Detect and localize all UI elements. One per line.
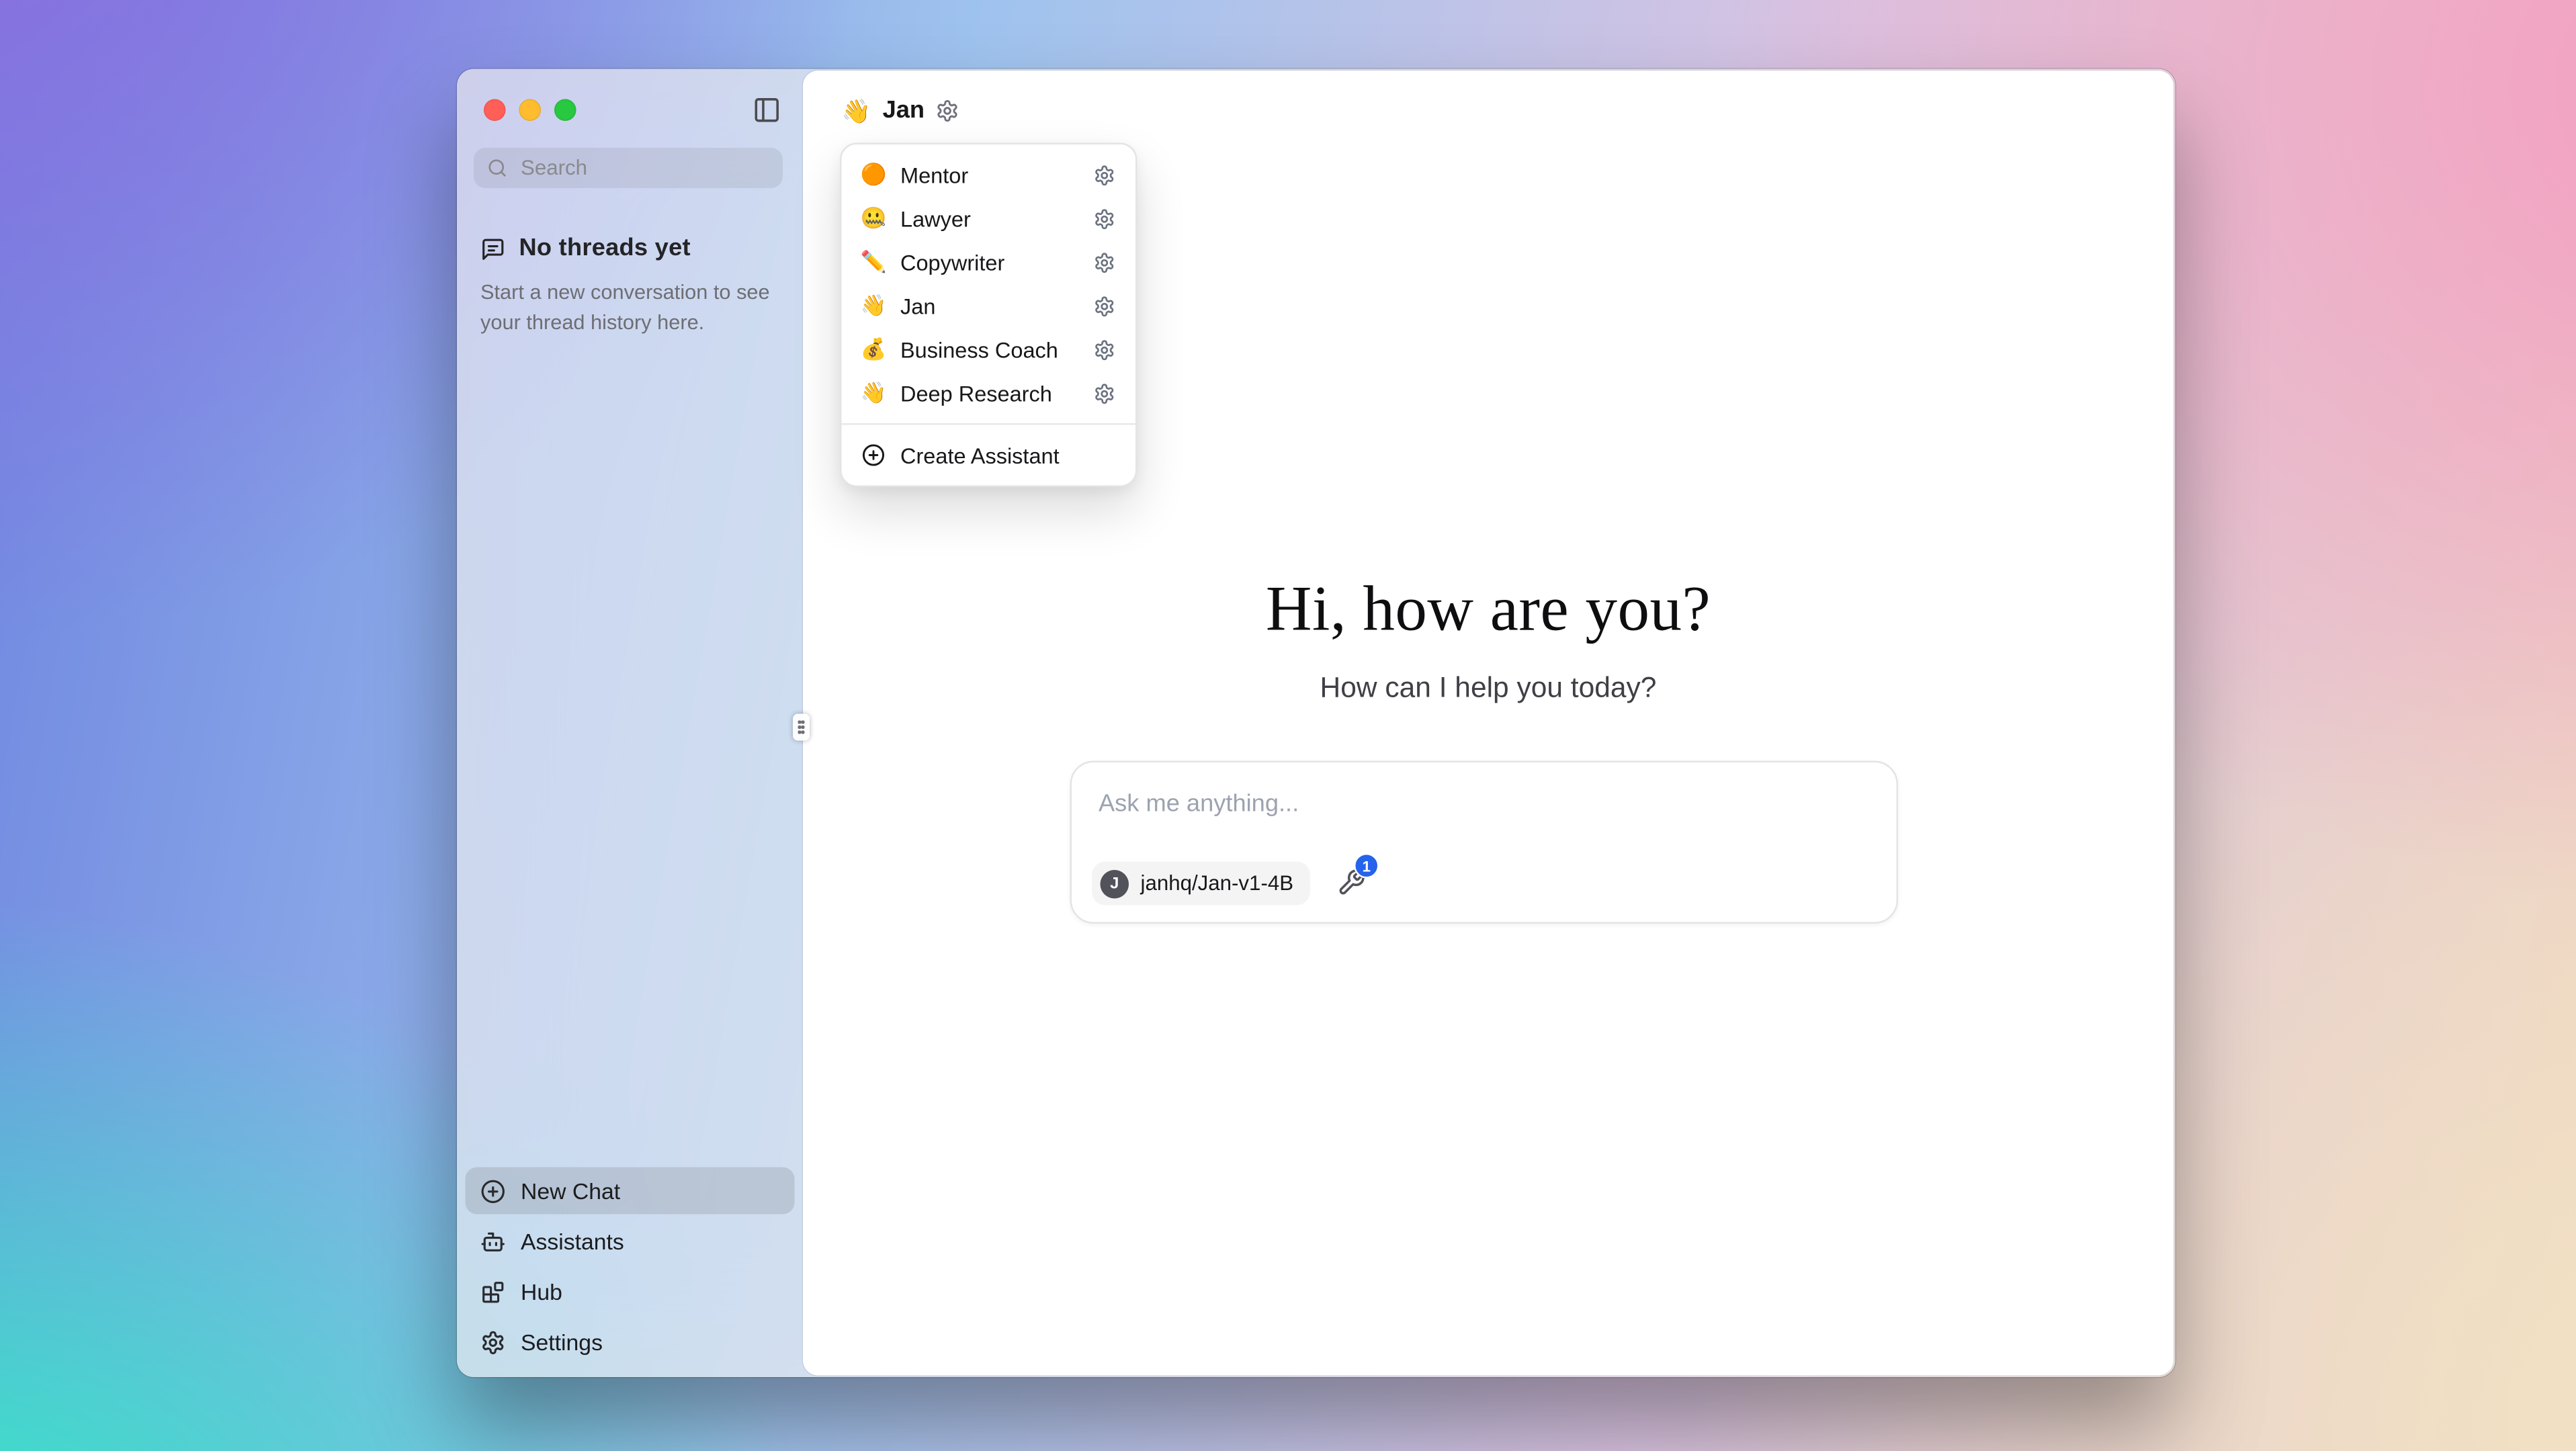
greeting-subtitle: How can I help you today? [803, 671, 2174, 705]
create-assistant-label: Create Assistant [900, 443, 1117, 468]
plus-circle-icon [862, 443, 886, 467]
search-icon [487, 158, 507, 178]
sidebar-item-settings[interactable]: Settings [466, 1319, 795, 1366]
model-avatar: J [1101, 869, 1129, 898]
search-box[interactable] [474, 148, 783, 188]
assistant-menu: 🟠 Mentor 🤐 Lawyer ✏️ Copywriter 👋 Jan [840, 143, 1137, 488]
sidebar-item-label: Assistants [521, 1229, 624, 1254]
assistant-menu-item-copywriter[interactable]: ✏️ Copywriter [850, 240, 1127, 284]
menu-divider [842, 423, 1136, 425]
assistant-settings-button[interactable] [1090, 380, 1117, 406]
sidebar-item-hub[interactable]: Hub [466, 1268, 795, 1315]
assistant-settings-button[interactable] [1090, 161, 1117, 188]
panel-left-icon [752, 96, 781, 125]
gear-icon [1092, 339, 1115, 361]
assistant-menu-label: Mentor [900, 162, 1077, 187]
chat-panel: 👋 Jan 🟠 Mentor 🤐 Lawyer ✏️ Copywrit [803, 71, 2174, 1376]
assistant-menu-item-lawyer[interactable]: 🤐 Lawyer [850, 197, 1127, 240]
search-input[interactable] [517, 155, 769, 181]
chat-bubble-icon [480, 236, 506, 261]
bot-icon [480, 1229, 506, 1254]
assistant-emoji: ✏️ [860, 251, 887, 272]
gear-icon [1092, 208, 1115, 230]
composer-toolbar: J janhq/Jan-v1-4B 1 [1092, 862, 1366, 906]
sidebar-item-label: Settings [521, 1329, 603, 1355]
greeting-title: Hi, how are you? [803, 573, 2174, 650]
sidebar-toggle-button[interactable] [749, 93, 783, 127]
assistant-menu-label: Business Coach [900, 337, 1077, 362]
assistant-menu-label: Lawyer [900, 206, 1077, 231]
assistant-emoji: 👋 [860, 382, 887, 403]
gear-icon [1092, 251, 1115, 273]
assistant-menu-item-business-coach[interactable]: 💰 Business Coach [850, 328, 1127, 371]
empty-state-description: Start a new conversation to see your thr… [480, 277, 776, 339]
assistant-settings-button[interactable] [1090, 249, 1117, 275]
sidebar: No threads yet Start a new conversation … [457, 69, 803, 1378]
composer[interactable]: Ask me anything... J janhq/Jan-v1-4B 1 [1070, 761, 1899, 924]
assistant-emoji: 💰 [860, 339, 887, 359]
app-window: No threads yet Start a new conversation … [457, 69, 2176, 1378]
assistant-emoji: 👋 [860, 295, 887, 316]
plus-circle-icon [480, 1178, 506, 1204]
window-titlebar [484, 96, 783, 125]
assistant-menu-item-deep-research[interactable]: 👋 Deep Research [850, 371, 1127, 415]
close-button[interactable] [484, 99, 506, 122]
assistant-menu-label: Jan [900, 293, 1077, 318]
gear-icon [1092, 295, 1115, 317]
sidebar-item-new-chat[interactable]: New Chat [466, 1168, 795, 1215]
minimize-button[interactable] [519, 99, 542, 122]
assistant-settings-button[interactable] [1090, 292, 1117, 319]
assistant-menu-item-mentor[interactable]: 🟠 Mentor [850, 153, 1127, 197]
assistant-name: Jan [883, 97, 925, 124]
assistant-menu-label: Deep Research [900, 380, 1077, 406]
tools-button[interactable]: 1 [1336, 869, 1366, 899]
empty-state-title: No threads yet [519, 235, 691, 262]
zoom-button[interactable] [554, 99, 576, 122]
assistant-emoji: 🤐 [860, 208, 887, 228]
assistant-menu-item-jan[interactable]: 👋 Jan [850, 284, 1127, 328]
model-name: janhq/Jan-v1-4B [1141, 872, 1294, 895]
sidebar-item-label: Hub [521, 1279, 562, 1305]
assistant-settings-button[interactable] [1090, 205, 1117, 232]
gear-icon [1092, 164, 1115, 186]
assistant-settings-button[interactable] [1090, 336, 1117, 363]
tools-count-badge: 1 [1354, 853, 1379, 879]
blocks-icon [480, 1279, 506, 1305]
message-input[interactable]: Ask me anything... [1072, 762, 1897, 818]
assistant-emoji: 👋 [842, 98, 871, 122]
pane-resize-handle[interactable] [793, 714, 810, 741]
threads-empty-state: No threads yet Start a new conversation … [480, 235, 783, 339]
assistant-selector[interactable]: 👋 Jan [830, 87, 972, 133]
assistant-menu-label: Copywriter [900, 249, 1077, 275]
sidebar-item-label: New Chat [521, 1178, 620, 1204]
gear-icon [937, 98, 960, 122]
sidebar-item-assistants[interactable]: Assistants [466, 1218, 795, 1265]
greeting: Hi, how are you? How can I help you toda… [803, 573, 2174, 705]
gear-icon [480, 1329, 506, 1355]
gear-icon [1092, 382, 1115, 404]
desktop-wallpaper: No threads yet Start a new conversation … [0, 0, 2576, 1451]
create-assistant-button[interactable]: Create Assistant [850, 433, 1127, 477]
model-selector[interactable]: J janhq/Jan-v1-4B [1092, 862, 1310, 906]
sidebar-nav: New Chat Assistants Hub Settings [466, 1168, 795, 1366]
assistant-emoji: 🟠 [860, 164, 887, 185]
